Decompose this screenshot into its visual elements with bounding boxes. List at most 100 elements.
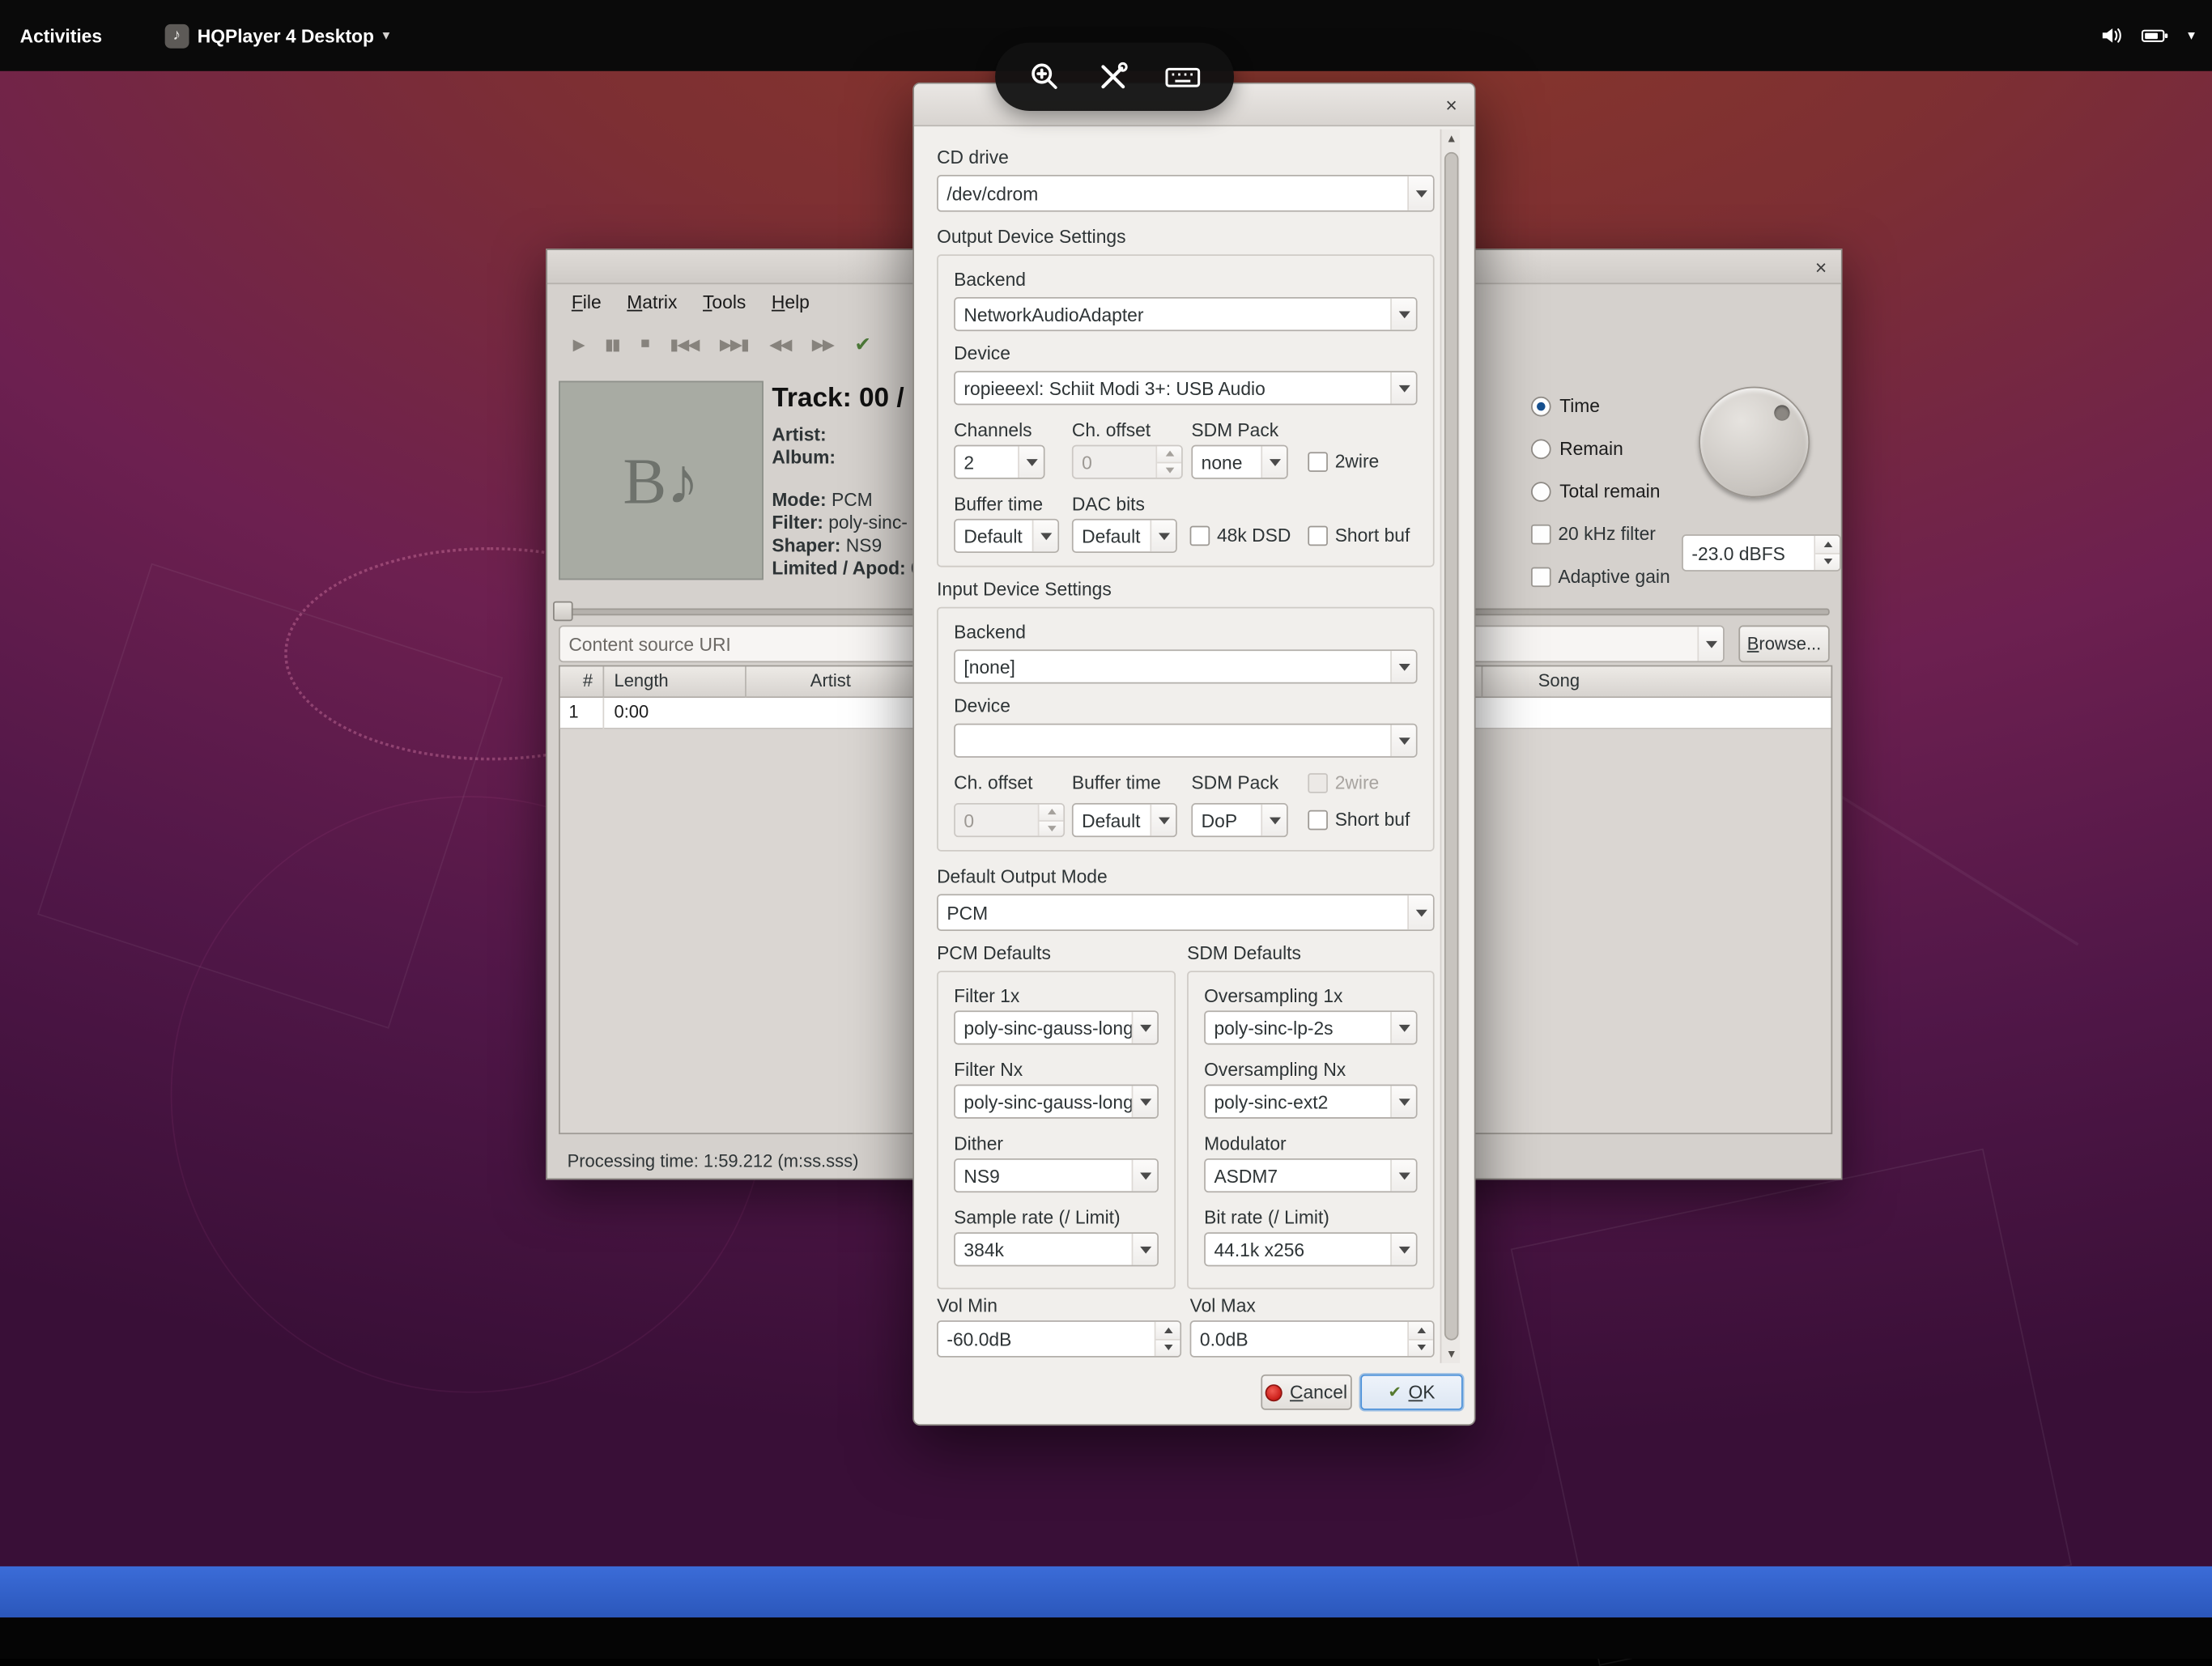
app-menu[interactable]: ♪ HQPlayer 4 Desktop ▾: [164, 23, 389, 48]
close-icon[interactable]: ×: [1815, 254, 1827, 280]
filter-nx-label: Filter Nx: [954, 1059, 1023, 1080]
chevron-down-icon: [1132, 1234, 1158, 1265]
volume-knob[interactable]: [1699, 387, 1810, 498]
input-sdm-pack-select[interactable]: DoP: [1191, 803, 1287, 837]
chevron-down-icon: [1407, 176, 1433, 210]
combo-value: NS9: [955, 1165, 1132, 1186]
close-icon[interactable]: ×: [1445, 92, 1457, 118]
dither-label: Dither: [954, 1133, 1003, 1154]
radio-remain[interactable]: Remain: [1531, 438, 1623, 459]
bottom-black-band: [0, 1617, 2212, 1659]
checkbox-label: 20 kHz filter: [1558, 523, 1656, 544]
20khz-filter-checkbox[interactable]: 20 kHz filter: [1531, 523, 1656, 544]
rewind-icon[interactable]: ◀◀: [769, 334, 790, 353]
default-output-mode-select[interactable]: PCM: [937, 894, 1435, 931]
dac-bits-select[interactable]: Default: [1072, 519, 1177, 553]
spinner-buttons[interactable]: [1814, 536, 1840, 570]
channels-select[interactable]: 2: [954, 445, 1044, 479]
combo-value: DoP: [1193, 810, 1261, 831]
chevron-down-icon: [1390, 1234, 1416, 1265]
filter-row: Filter: poly-sinc-: [772, 512, 907, 533]
activities-label: Activities: [20, 25, 103, 46]
radio-time[interactable]: Time: [1531, 395, 1600, 416]
dialog-scrollbar[interactable]: ▲ ▼: [1440, 130, 1461, 1363]
output-backend-select[interactable]: NetworkAudioAdapter: [954, 297, 1417, 331]
adaptive-gain-checkbox[interactable]: Adaptive gain: [1531, 566, 1670, 587]
dither-select[interactable]: NS9: [954, 1158, 1159, 1192]
modulator-select[interactable]: ASDM7: [1204, 1158, 1417, 1192]
input-backend-select[interactable]: [none]: [954, 649, 1417, 683]
volume-icon: [2099, 24, 2122, 47]
filter-1x-select[interactable]: poly-sinc-gauss-long: [954, 1010, 1159, 1044]
filter-nx-select[interactable]: poly-sinc-gauss-long: [954, 1085, 1159, 1119]
chevron-down-icon: [1390, 372, 1416, 404]
spinner-buttons[interactable]: [1407, 1322, 1433, 1356]
cancel-icon: [1266, 1383, 1283, 1400]
ok-button[interactable]: ✔ OK: [1360, 1375, 1462, 1410]
scroll-up-icon[interactable]: ▲: [1441, 132, 1461, 145]
input-buffer-time-select[interactable]: Default: [1072, 803, 1177, 837]
apply-icon[interactable]: ✔: [854, 332, 871, 356]
short-buf-checkbox[interactable]: Short buf: [1308, 525, 1410, 546]
column-header[interactable]: #: [583, 671, 593, 691]
column-header[interactable]: Artist: [810, 671, 851, 691]
oversampling-1x-select[interactable]: poly-sinc-lp-2s: [1204, 1010, 1417, 1044]
radio-total-remain[interactable]: Total remain: [1531, 480, 1660, 501]
vol-min-spinner[interactable]: -60.0dB: [937, 1320, 1181, 1358]
output-device-select[interactable]: ropieeexl: Schiit Modi 3+: USB Audio: [954, 371, 1417, 405]
keyboard-icon[interactable]: [1163, 58, 1202, 96]
column-header[interactable]: Song: [1538, 671, 1580, 691]
system-tray[interactable]: ▾: [2099, 24, 2195, 47]
chevron-down-icon: [1407, 895, 1433, 929]
scrollbar-thumb[interactable]: [1444, 152, 1459, 1341]
volume-level-spinner[interactable]: -23.0 dBFS: [1682, 534, 1841, 572]
chevron-down-icon: [1390, 725, 1416, 756]
menu-item-file[interactable]: File: [559, 291, 614, 312]
activities-button[interactable]: Activities: [20, 25, 103, 46]
cd-drive-select[interactable]: /dev/cdrom: [937, 175, 1435, 212]
column-header[interactable]: Length: [615, 671, 669, 691]
chevron-down-icon: [1132, 1160, 1158, 1192]
shaper-label: Shaper:: [772, 534, 840, 555]
menu-item-help[interactable]: Help: [759, 291, 823, 312]
menu-item-tools[interactable]: Tools: [690, 291, 759, 312]
input-short-buf-checkbox[interactable]: Short buf: [1308, 809, 1410, 830]
input-section-title: Input Device Settings: [937, 579, 1112, 600]
chevron-down-icon: [1132, 1012, 1158, 1043]
play-icon[interactable]: ▶: [573, 334, 584, 353]
scroll-down-icon[interactable]: ▼: [1441, 1347, 1461, 1360]
sdm-pack-select[interactable]: none: [1191, 445, 1287, 479]
magnifier-plus-icon[interactable]: [1027, 58, 1064, 96]
next-track-icon[interactable]: ▶▶▮: [720, 334, 748, 353]
tools-icon[interactable]: [1095, 58, 1132, 96]
fast-forward-icon[interactable]: ▶▶: [812, 334, 833, 353]
spinner-buttons[interactable]: [1155, 1322, 1180, 1356]
chevron-down-icon[interactable]: [1697, 627, 1723, 661]
pause-icon[interactable]: ▮▮: [605, 334, 619, 353]
oversampling-nx-select[interactable]: poly-sinc-ext2: [1204, 1085, 1417, 1119]
progress-slider-handle[interactable]: [553, 601, 573, 622]
backend-label: Backend: [954, 621, 1026, 642]
menu-item-matrix[interactable]: Matrix: [614, 291, 690, 312]
cancel-button[interactable]: Cancel: [1261, 1375, 1351, 1410]
stop-icon[interactable]: ■: [640, 335, 649, 352]
2wire-checkbox[interactable]: 2wire: [1308, 451, 1379, 472]
input-device-select[interactable]: [954, 724, 1417, 758]
vol-max-spinner[interactable]: 0.0dB: [1190, 1320, 1435, 1358]
button-label: Browse...: [1747, 634, 1821, 654]
chevron-down-icon: [1032, 521, 1058, 552]
buffer-time-select[interactable]: Default: [954, 519, 1059, 553]
browse-button[interactable]: Browse...: [1738, 626, 1829, 663]
48k-dsd-checkbox[interactable]: 48k DSD: [1190, 525, 1291, 546]
filter-value: poly-sinc-: [828, 512, 908, 533]
combo-value: poly-sinc-gauss-long: [955, 1017, 1132, 1038]
sample-rate-select[interactable]: 384k: [954, 1232, 1159, 1266]
bit-rate-select[interactable]: 44.1k x256: [1204, 1232, 1417, 1266]
previous-track-icon[interactable]: ▮◀◀: [670, 334, 698, 353]
checkbox-label: Short buf: [1335, 525, 1410, 546]
chevron-down-icon: [1261, 446, 1287, 478]
chevron-down-icon: [1390, 1012, 1416, 1043]
radio-dot: [1531, 439, 1551, 459]
chevron-down-icon: [1390, 1160, 1416, 1192]
checkbox-box: [1308, 525, 1328, 546]
